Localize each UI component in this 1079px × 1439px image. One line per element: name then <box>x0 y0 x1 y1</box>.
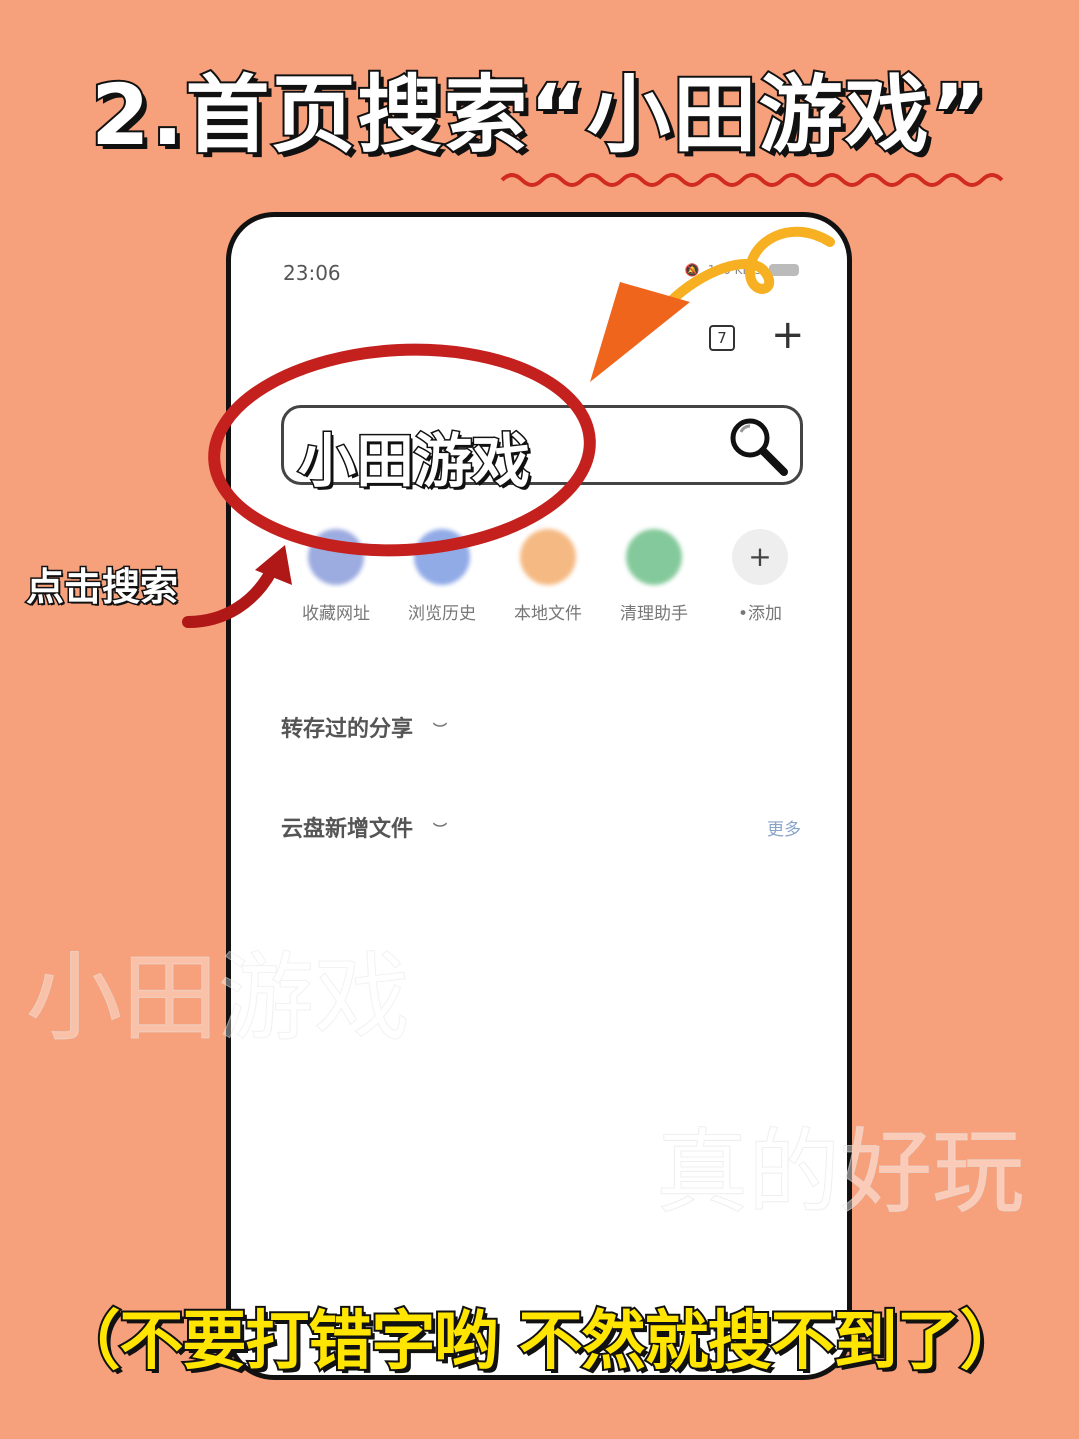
plus-icon: + <box>732 529 788 585</box>
section-saved-shares[interactable]: 转存过的分享 ︶ <box>281 711 447 743</box>
quick-action-cleaner[interactable]: 清理助手 <box>601 529 707 624</box>
eye-closed-icon[interactable]: ︶ <box>433 820 447 840</box>
watermark: 真的好玩 <box>655 1119 1025 1227</box>
section-title: 转存过的分享 <box>281 717 414 742</box>
click-search-label: 点击搜索 <box>24 564 179 611</box>
eye-closed-icon[interactable]: ︶ <box>433 720 447 740</box>
watermark: 小田游戏 <box>26 942 411 1055</box>
quick-action-label: 本地文件 <box>514 604 582 624</box>
section-new-cloud-files[interactable]: 云盘新增文件 ︶ <box>281 811 447 843</box>
magnifier-icon[interactable] <box>726 414 792 480</box>
quick-action-label: 清理助手 <box>620 604 688 624</box>
quick-action-add[interactable]: + •添加 <box>707 529 813 624</box>
warning-text: （不要打错字哟 不然就搜不到了） <box>54 1303 1025 1381</box>
quick-action-label: •添加 <box>737 604 783 624</box>
broom-icon <box>626 529 682 585</box>
quick-action-label: 浏览历史 <box>408 604 476 624</box>
headline: 2.首页搜索“小田游戏” <box>89 64 988 166</box>
red-circle-annotation <box>208 343 596 557</box>
red-squiggle-underline <box>500 173 1004 187</box>
orange-arrow-annotation <box>590 226 835 382</box>
status-time: 23:06 <box>283 261 341 285</box>
section-title: 云盘新增文件 <box>281 817 414 842</box>
more-link[interactable]: 更多 <box>767 815 801 840</box>
red-arrow-annotation <box>182 545 292 628</box>
